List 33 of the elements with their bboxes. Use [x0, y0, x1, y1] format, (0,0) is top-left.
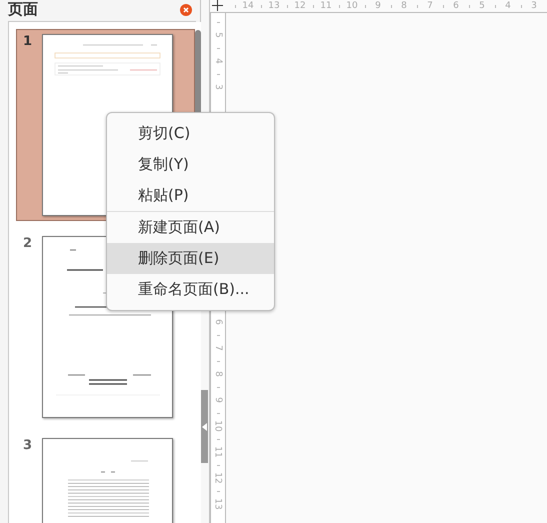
ruler-label: 5: [479, 1, 485, 12]
ruler-label: 9: [213, 397, 223, 403]
ruler-label: 11: [213, 446, 223, 458]
ruler-label: 6: [213, 319, 223, 325]
ruler-label: 14: [242, 1, 254, 12]
menu-item[interactable]: 重命名页面(B)...: [107, 274, 274, 305]
ruler-label: 13: [213, 498, 223, 510]
page-entry[interactable]: 3: [16, 433, 195, 523]
ruler-label: 6: [453, 1, 459, 12]
ruler-label: 13: [268, 1, 280, 12]
menu-item[interactable]: 删除页面(E): [107, 243, 274, 274]
ruler-label: 5: [213, 32, 223, 38]
close-icon[interactable]: [180, 4, 192, 16]
ruler-label: 4: [505, 1, 511, 12]
ruler-label: 7: [427, 1, 433, 12]
page-number: 2: [23, 236, 34, 253]
collapse-handle[interactable]: [201, 390, 208, 463]
ruler-label: 12: [294, 1, 306, 12]
ruler-label: 4: [213, 58, 223, 64]
ruler-label: 3: [213, 84, 223, 90]
page-number: 1: [23, 34, 34, 51]
ruler-label: 7: [213, 345, 223, 351]
ruler-label: 10: [213, 420, 223, 432]
ruler-label: 9: [375, 1, 381, 12]
ruler-label: 8: [213, 371, 223, 377]
ruler-label: 10: [346, 1, 358, 12]
ruler-label: 8: [401, 1, 407, 12]
page-number: 3: [23, 438, 34, 455]
ruler-label: 11: [320, 1, 332, 12]
crosshair-icon: [212, 0, 223, 11]
ruler-label: 12: [213, 472, 223, 484]
ruler-label: 3: [531, 1, 537, 12]
panel-title: 页面: [8, 0, 38, 19]
